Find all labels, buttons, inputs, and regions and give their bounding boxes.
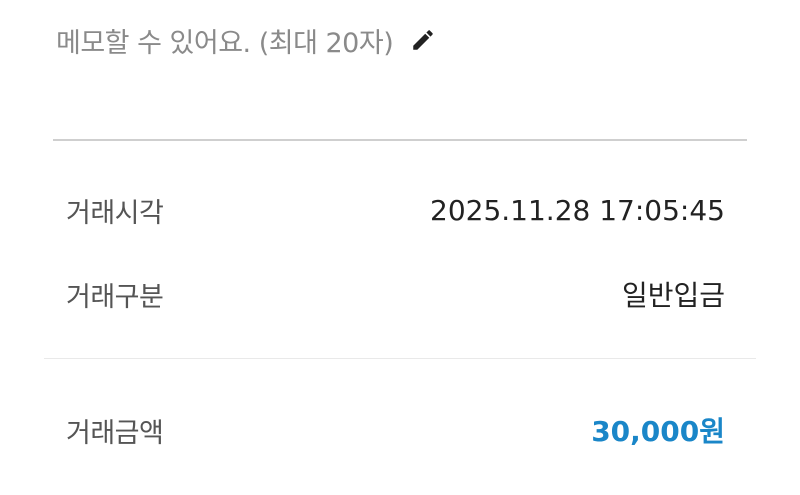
- pencil-icon[interactable]: [407, 24, 439, 56]
- transaction-amount-row: 거래금액 30,000원: [66, 410, 725, 450]
- transaction-amount-label: 거래금액: [66, 417, 164, 449]
- memo-field[interactable]: 메모할 수 있어요. (최대 20자): [56, 18, 439, 62]
- transaction-type-value: 일반입금: [621, 279, 725, 312]
- section-divider: [53, 139, 747, 141]
- transaction-type-row: 거래구분 일반입금: [66, 274, 725, 314]
- transaction-type-label: 거래구분: [66, 281, 164, 313]
- row-divider: [44, 358, 756, 359]
- transaction-amount-value: 30,000원: [591, 415, 725, 448]
- transaction-time-label: 거래시각: [66, 197, 164, 229]
- transaction-time-value: 2025.11.28 17:05:45: [430, 193, 725, 227]
- memo-placeholder[interactable]: 메모할 수 있어요. (최대 20자): [56, 21, 394, 60]
- transaction-time-row: 거래시각 2025.11.28 17:05:45: [66, 190, 725, 230]
